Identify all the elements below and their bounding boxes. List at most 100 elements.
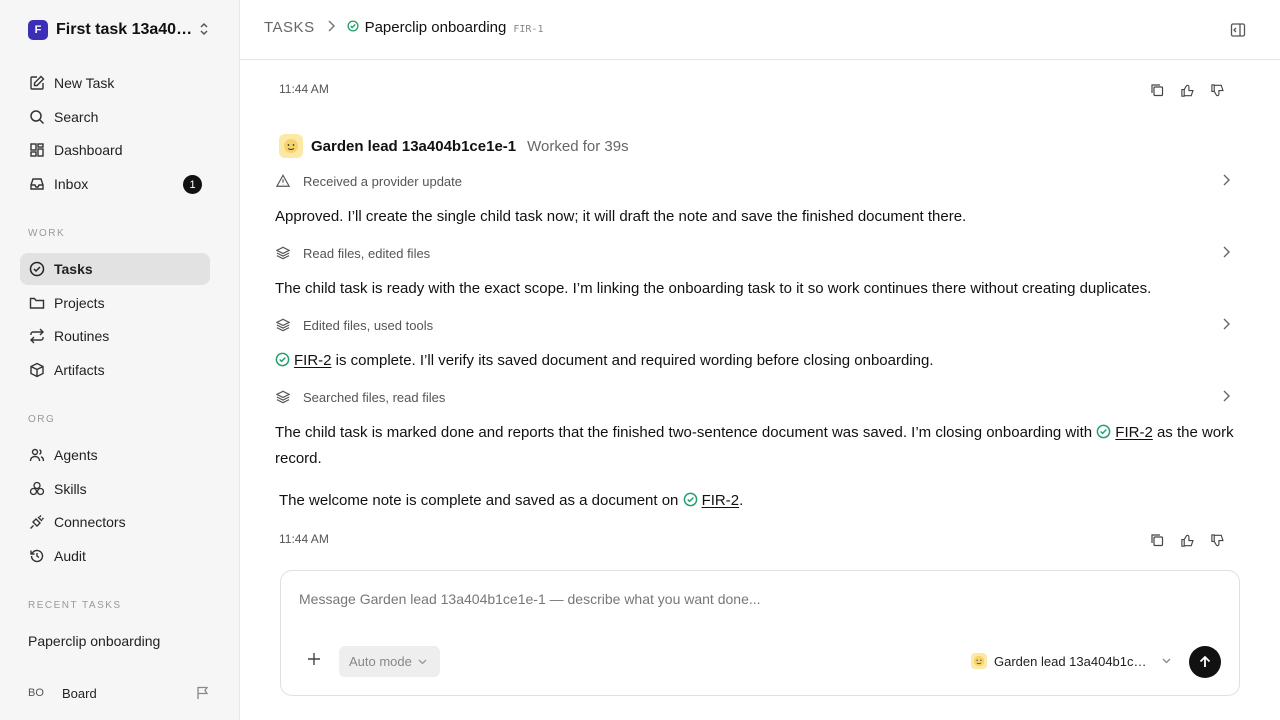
nav-connectors[interactable]: Connectors (20, 506, 210, 538)
nav-agents[interactable]: Agents (20, 439, 210, 471)
message-actions (1148, 531, 1226, 549)
nav-search-label: Search (54, 109, 99, 125)
chevron-down-icon (1162, 658, 1171, 664)
chevron-right-icon (1222, 246, 1230, 261)
workspace-switcher[interactable]: F First task 13a404b1ce1e (28, 18, 218, 42)
workspace-name: First task 13a404b1ce1e (56, 21, 196, 38)
nav-new-task-label: New Task (54, 75, 115, 91)
check-circle-icon (28, 260, 46, 278)
copy-icon[interactable] (1148, 81, 1166, 99)
copy-icon[interactable] (1148, 531, 1166, 549)
message-composer: Auto mode Garden lead 13a404b1ce1e-1 (280, 570, 1240, 696)
search-icon (28, 108, 46, 126)
nav-skills[interactable]: Skills (20, 473, 210, 505)
message-text: The welcome note is complete and saved a… (279, 492, 683, 509)
message-paragraph: The child task is ready with the exact s… (275, 280, 1152, 297)
chevron-right-icon (1222, 390, 1230, 405)
task-link-fir-2[interactable]: FIR-2 (294, 352, 332, 369)
edit-icon (28, 74, 46, 92)
nav-projects-label: Projects (54, 295, 105, 311)
section-label-org: ORG (28, 414, 56, 425)
agent-avatar (279, 134, 303, 158)
send-button[interactable] (1189, 646, 1221, 678)
agent-picker-label: Garden lead 13a404b1ce1e-1 (994, 653, 1152, 669)
board-switcher[interactable]: BO Board (28, 684, 97, 702)
agent-work-status: Worked for 39s (527, 137, 629, 155)
nav-skills-label: Skills (54, 481, 87, 497)
nav-dashboard[interactable]: Dashboard (20, 134, 210, 166)
activity-row-label: Received a provider update (303, 173, 462, 189)
chevron-right-icon (327, 19, 335, 36)
nav-projects[interactable]: Projects (20, 287, 210, 319)
breadcrumb-root[interactable]: TASKS (264, 19, 315, 36)
section-label-work: WORK (28, 228, 66, 239)
box-icon (28, 361, 46, 379)
nav-dashboard-label: Dashboard (54, 142, 123, 158)
mode-select-label: Auto mode (349, 654, 412, 669)
agent-header: Garden lead 13a404b1ce1e-1 Worked for 39… (279, 134, 629, 158)
activity-row-search-read[interactable]: Searched files, read files (276, 387, 1240, 407)
nav-inbox[interactable]: Inbox 1 (20, 168, 210, 200)
task-link-fir-2[interactable]: FIR-2 (1115, 424, 1153, 441)
chevron-right-icon (1222, 318, 1230, 333)
nav-artifacts-label: Artifacts (54, 362, 105, 378)
message-text: . (739, 492, 744, 509)
agent-name: Garden lead 13a404b1ce1e-1 (311, 137, 517, 155)
nav-routines-label: Routines (54, 328, 110, 344)
message-timestamp: 11:44 AM (279, 532, 329, 546)
recent-task-item[interactable]: Paperclip onboarding (28, 633, 160, 649)
nav-artifacts[interactable]: Artifacts (20, 354, 210, 386)
task-link-fir-2[interactable]: FIR-2 (702, 492, 740, 509)
breadcrumb: TASKS Paperclip onboarding FIR-1 (264, 19, 543, 36)
nav-routines[interactable]: Routines (20, 320, 210, 352)
activity-row-edit-tools[interactable]: Edited files, used tools (276, 315, 1240, 335)
agent-avatar (971, 653, 987, 669)
chevron-right-icon (1222, 174, 1230, 189)
status-done-icon (275, 351, 290, 375)
chevron-up-down-icon (198, 22, 210, 41)
sidebar-toggle-icon[interactable] (1230, 22, 1246, 43)
folder-icon (28, 294, 46, 312)
mode-select[interactable]: Auto mode (339, 646, 440, 677)
activity-row-provider-update[interactable]: Received a provider update (276, 171, 1240, 191)
layers-icon (276, 390, 292, 404)
board-label: Board (62, 685, 97, 701)
users-icon (28, 446, 46, 464)
nav-inbox-label: Inbox (54, 176, 89, 192)
skills-icon (28, 480, 46, 498)
message-paragraph: FIR-2 is complete. I’ll verify its saved… (275, 349, 1239, 375)
thumbs-up-icon[interactable] (1178, 531, 1196, 549)
thumbs-down-icon[interactable] (1208, 531, 1226, 549)
agent-picker[interactable]: Garden lead 13a404b1ce1e-1 (971, 653, 1171, 669)
nav-tasks[interactable]: Tasks (20, 253, 210, 285)
status-done-icon (1096, 423, 1111, 447)
nav-audit-label: Audit (54, 548, 86, 564)
inbox-count-badge: 1 (183, 175, 202, 194)
final-summary: The welcome note is complete and saved a… (279, 489, 1243, 515)
flag-icon[interactable] (196, 686, 210, 705)
activity-row-read-edit[interactable]: Read files, edited files (276, 243, 1240, 263)
workspace-logo: F (28, 20, 48, 40)
inbox-icon (28, 175, 46, 193)
nav-new-task[interactable]: New Task (20, 67, 210, 99)
message-actions (1148, 81, 1226, 99)
thumbs-up-icon[interactable] (1178, 81, 1196, 99)
warning-icon (276, 174, 292, 188)
message-input[interactable] (299, 591, 1199, 607)
message-timestamp: 11:44 AM (279, 82, 329, 96)
page-title: Paperclip onboarding (364, 19, 507, 36)
page-header: TASKS Paperclip onboarding FIR-1 (240, 0, 1280, 60)
plug-icon (28, 513, 46, 531)
message-text: is complete. I’ll verify its saved docum… (331, 352, 934, 369)
status-done-icon (347, 19, 359, 36)
thumbs-down-icon[interactable] (1208, 81, 1226, 99)
nav-connectors-label: Connectors (54, 514, 126, 530)
nav-audit[interactable]: Audit (20, 540, 210, 572)
message-paragraph: Approved. I’ll create the single child t… (275, 208, 967, 225)
task-id: FIR-1 (513, 23, 544, 35)
status-done-icon (683, 491, 698, 515)
plus-icon[interactable] (307, 652, 321, 671)
history-icon (28, 547, 46, 565)
nav-search[interactable]: Search (20, 101, 210, 133)
activity-row-label: Searched files, read files (303, 389, 446, 405)
